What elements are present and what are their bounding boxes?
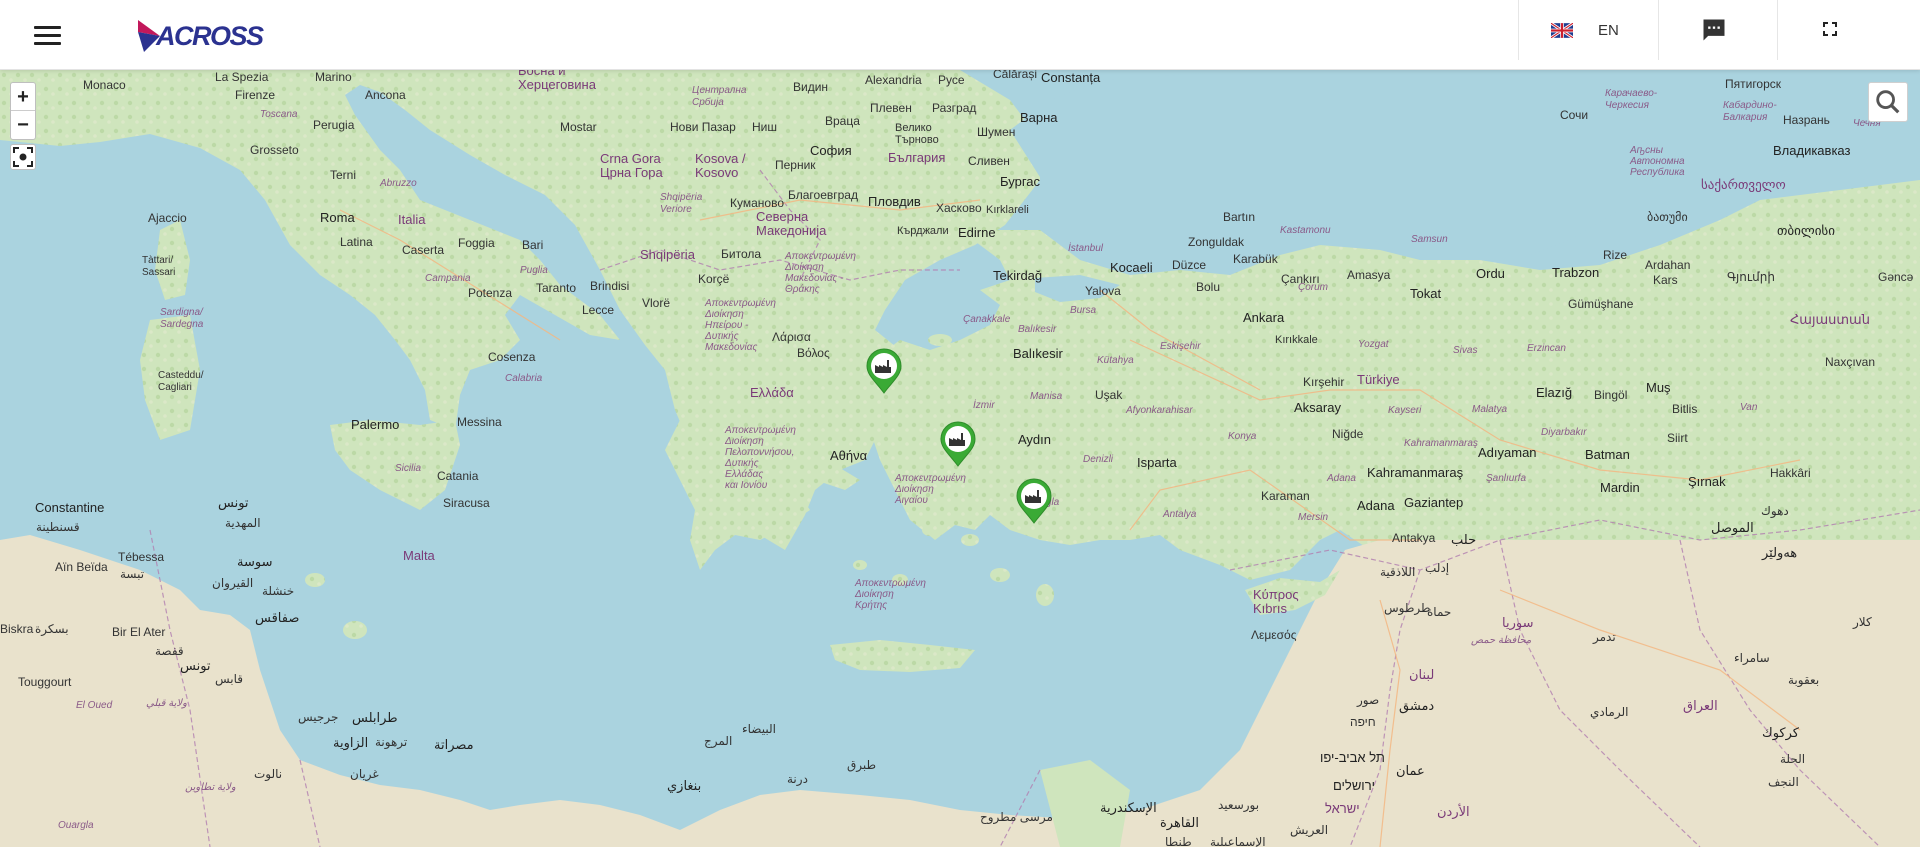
divider: [1518, 0, 1519, 60]
locate-icon[interactable]: [10, 144, 36, 170]
terminal-marker-3[interactable]: [1015, 478, 1053, 524]
zoom-control: + −: [10, 82, 36, 140]
search-icon[interactable]: [1868, 82, 1908, 122]
chat-bubble-icon[interactable]: [1700, 16, 1728, 44]
terminal-marker-1[interactable]: [865, 348, 903, 394]
hamburger-menu-icon[interactable]: [26, 18, 68, 52]
divider: [1777, 0, 1778, 60]
divider: [1658, 0, 1659, 60]
top-bar: ACROSS EN: [0, 0, 1920, 70]
map-view[interactable]: Monaco La Spezia Marino Firenze Ancona T…: [0, 70, 1920, 847]
language-code: EN: [1598, 21, 1619, 39]
across-logo[interactable]: ACROSS: [136, 18, 264, 54]
language-selector[interactable]: EN: [1551, 18, 1619, 42]
terminal-marker-2[interactable]: [939, 421, 977, 467]
uk-flag-icon: [1551, 22, 1573, 38]
logo-text: ACROSS: [156, 20, 264, 51]
zoom-in-button[interactable]: +: [11, 83, 35, 111]
zoom-out-button[interactable]: −: [11, 111, 35, 139]
fullscreen-icon[interactable]: [1821, 20, 1839, 38]
